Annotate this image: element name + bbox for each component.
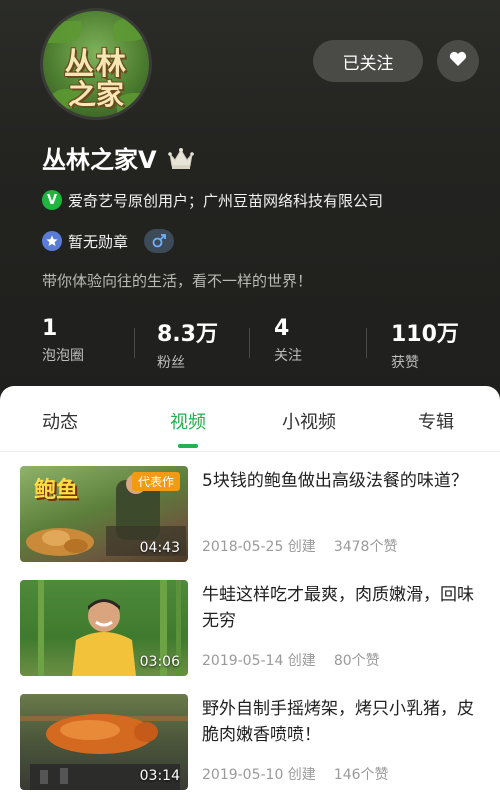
medal-icon: [42, 231, 62, 251]
video-thumbnail[interactable]: 鲍鱼 代表作 04:43: [20, 466, 188, 562]
more-options-button[interactable]: [437, 40, 479, 82]
stat-label: 关注: [274, 348, 302, 364]
verification-text: 爱奇艺号原创用户；广州豆苗网络科技有限公司: [68, 191, 384, 210]
crown-icon: [167, 146, 195, 170]
video-title[interactable]: 野外自制手摇烤架，烤只小乳猪，皮脆肉嫩香喷喷！: [202, 696, 482, 748]
profile-header: 丛林 之家 已关注 丛林之家V V 爱奇艺号原创用户；广州豆苗网络科技有限公司: [0, 0, 500, 400]
video-list-item[interactable]: 03:14 野外自制手摇烤架，烤只小乳猪，皮脆肉嫩香喷喷！ 2019-05-10…: [0, 694, 500, 800]
heart-icon: [449, 51, 467, 71]
video-likes: 146个赞: [333, 767, 389, 783]
stat-label: 获赞: [391, 355, 419, 371]
stat-bubbles[interactable]: 1 泡泡圈: [42, 316, 132, 365]
video-title[interactable]: 5块钱的鲍鱼做出高级法餐的味道？: [202, 468, 482, 494]
tab-bar: 动态 视频 小视频 专辑: [0, 386, 500, 452]
following-button[interactable]: 已关注: [313, 40, 423, 82]
stat-value: 110万: [391, 322, 459, 347]
stat-label: 粉丝: [157, 355, 185, 371]
stat-following[interactable]: 4 关注: [274, 316, 364, 365]
video-likes: 3478个赞: [333, 539, 398, 555]
representative-badge: 代表作: [131, 472, 180, 491]
video-date: 2019-05-14 创建: [202, 653, 316, 669]
stat-value: 4: [274, 316, 290, 341]
video-date: 2019-05-10 创建: [202, 767, 316, 783]
avatar-logo-bottom: 之家: [67, 78, 124, 111]
divider: [0, 451, 500, 452]
stat-likes[interactable]: 110万 获赞: [391, 316, 481, 372]
video-likes: 80个赞: [333, 653, 380, 669]
tab-videos[interactable]: 视频: [170, 408, 206, 434]
video-thumbnail[interactable]: 03:14: [20, 694, 188, 790]
stat-label: 泡泡圈: [42, 348, 84, 364]
tab-albums[interactable]: 专辑: [418, 408, 454, 434]
video-meta: 2018-05-25 创建 3478个赞: [202, 536, 397, 556]
profile-bio: 带你体验向往的生活，看不一样的世界！: [42, 272, 313, 290]
stat-fans[interactable]: 8.3万 粉丝: [157, 316, 247, 372]
video-meta: 2019-05-10 创建 146个赞: [202, 764, 389, 784]
content-panel: 动态 视频 小视频 专辑 鲍鱼 代表作 04:43 5块钱的鲍鱼做出高级法餐的味…: [0, 386, 500, 800]
video-title[interactable]: 牛蛙这样吃才最爽，肉质嫩滑，回味无穷: [202, 582, 482, 634]
video-list-item[interactable]: 鲍鱼 代表作 04:43 5块钱的鲍鱼做出高级法餐的味道？ 2018-05-25…: [0, 466, 500, 578]
tab-short-videos[interactable]: 小视频: [282, 408, 336, 434]
video-duration: 04:43: [139, 540, 180, 556]
tab-feed[interactable]: 动态: [42, 408, 78, 434]
video-list-item[interactable]: 03:06 牛蛙这样吃才最爽，肉质嫩滑，回味无穷 2019-05-14 创建 8…: [0, 580, 500, 692]
stat-value: 1: [42, 316, 58, 341]
stats-bar: 1 泡泡圈 8.3万 粉丝 4 关注 110万 获赞: [0, 316, 500, 372]
medal-text: 暂无勋章: [68, 232, 129, 251]
video-date: 2018-05-25 创建: [202, 539, 316, 555]
video-thumbnail[interactable]: 03:06: [20, 580, 188, 676]
verified-icon: V: [42, 190, 62, 210]
profile-name: 丛林之家V: [42, 146, 157, 174]
stat-value: 8.3万: [157, 322, 218, 347]
medal-row: 暂无勋章: [42, 229, 175, 253]
active-tab-indicator: [178, 444, 198, 448]
video-duration: 03:14: [139, 768, 180, 784]
thumbnail-title: 鲍鱼: [34, 478, 79, 503]
video-meta: 2019-05-14 创建 80个赞: [202, 650, 380, 670]
verification-row: V 爱奇艺号原创用户；广州豆苗网络科技有限公司: [42, 188, 383, 212]
male-icon: [144, 229, 175, 253]
video-duration: 03:06: [139, 654, 180, 670]
avatar[interactable]: 丛林 之家: [40, 8, 152, 120]
profile-name-row: 丛林之家V: [42, 140, 195, 175]
